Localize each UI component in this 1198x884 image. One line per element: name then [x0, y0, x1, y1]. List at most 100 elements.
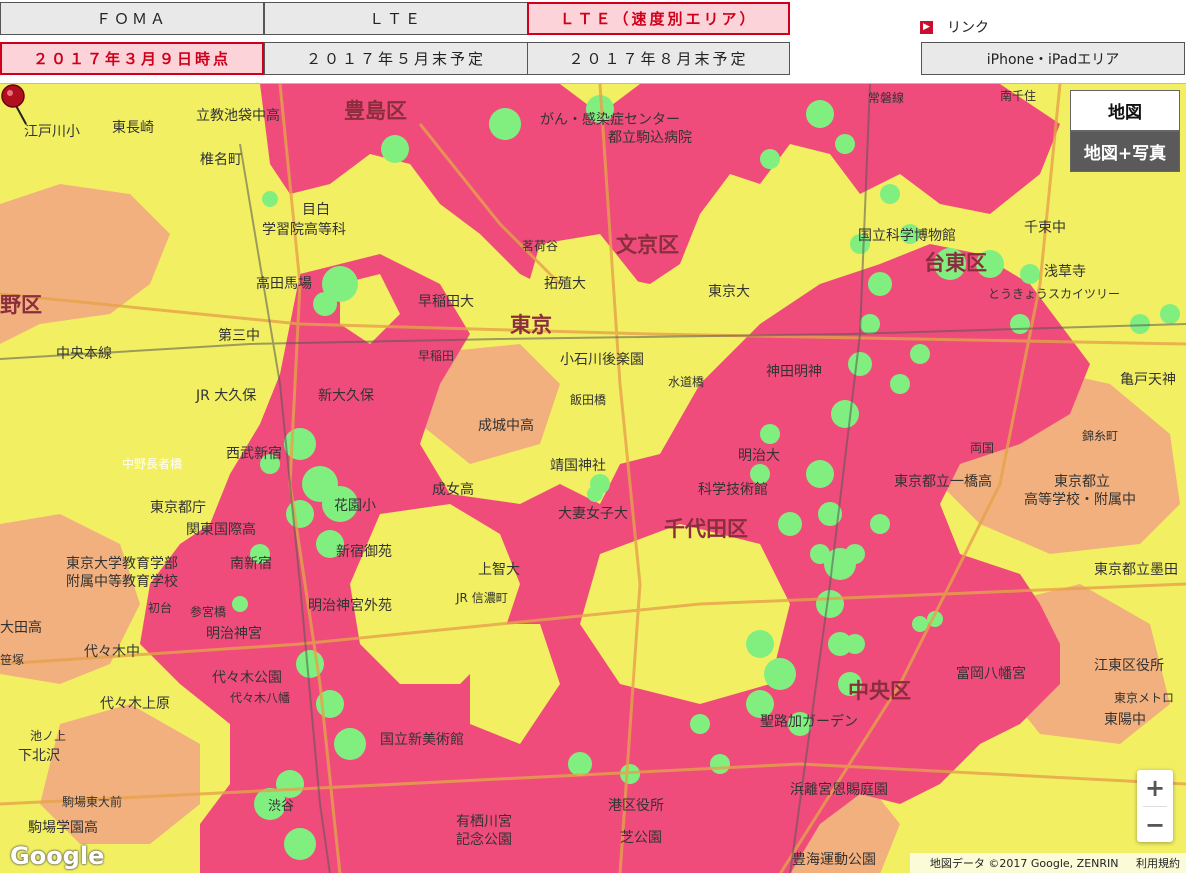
svg-text:立教池袋中高: 立教池袋中高 — [196, 107, 280, 124]
svg-text:明治神宮外苑: 明治神宮外苑 — [308, 598, 392, 614]
svg-text:浅草寺: 浅草寺 — [1044, 264, 1086, 280]
svg-text:東長崎: 東長崎 — [112, 120, 154, 136]
map-data-credit: 地図データ ©2017 Google, ZENRIN — [929, 857, 1119, 870]
coverage-map[interactable]: 立教池袋中高 江戸川小 東長崎 椎名町 学習院高等科 目白 高田馬場 第三中 中… — [0, 83, 1186, 873]
svg-text:中央本線: 中央本線 — [56, 346, 112, 362]
svg-text:江戸川小: 江戸川小 — [24, 124, 80, 140]
svg-text:駒場東大前: 駒場東大前 — [62, 794, 122, 809]
svg-text:代々木八幡: 代々木八幡 — [230, 690, 290, 705]
svg-text:目白: 目白 — [302, 202, 330, 218]
svg-text:中野長者橋: 中野長者橋 — [122, 456, 182, 471]
svg-text:代々木上原: 代々木上原 — [100, 696, 170, 712]
svg-text:豊島区: 豊島区 — [344, 99, 407, 123]
svg-text:台東区: 台東区 — [924, 251, 987, 275]
svg-text:新宿御苑: 新宿御苑 — [336, 543, 392, 560]
svg-text:富岡八幡宮: 富岡八幡宮 — [956, 665, 1026, 682]
map-type-map-button[interactable]: 地図 — [1070, 90, 1180, 131]
svg-text:代々木中: 代々木中 — [84, 644, 140, 660]
svg-text:文京区: 文京区 — [616, 233, 679, 257]
date-tab-3[interactable]: ２０１７年８月末予定 — [527, 42, 790, 75]
google-logo: Google — [10, 842, 105, 870]
svg-text:江東区役所: 江東区役所 — [1094, 658, 1164, 674]
svg-text:学習院高等科: 学習院高等科 — [262, 221, 346, 238]
terms-link[interactable]: 利用規約 — [1136, 857, 1180, 870]
zoom-control: + − — [1137, 770, 1173, 842]
svg-text:代々木公園: 代々木公園 — [212, 670, 282, 686]
svg-text:千代田区: 千代田区 — [664, 517, 748, 541]
svg-text:神田明神: 神田明神 — [766, 364, 822, 380]
network-tab-1[interactable]: ＦＯＭＡ — [0, 2, 264, 35]
svg-text:東京大: 東京大 — [708, 284, 750, 300]
svg-text:東京大学教育学部: 東京大学教育学部 — [66, 556, 178, 572]
svg-text:椎名町: 椎名町 — [200, 152, 242, 168]
svg-text:大田高: 大田高 — [0, 619, 42, 636]
svg-text:豊海運動公園: 豊海運動公園 — [792, 852, 876, 868]
svg-text:常磐線: 常磐線 — [868, 90, 904, 105]
svg-text:聖路加ガーデン: 聖路加ガーデン — [760, 713, 858, 730]
map-attribution: 地図データ ©2017 Google, ZENRIN 利用規約 — [909, 853, 1186, 873]
svg-text:千束中: 千束中 — [1024, 220, 1066, 236]
svg-text:茗荷谷: 茗荷谷 — [522, 239, 558, 253]
svg-text:芝公園: 芝公園 — [620, 830, 662, 846]
svg-text:下北沢: 下北沢 — [18, 748, 60, 764]
date-tab-2[interactable]: ２０１７年５月末予定 — [264, 42, 528, 75]
network-tab-3[interactable]: ＬＴＥ（速度別エリア） — [527, 2, 790, 35]
svg-text:東京都立一橋高: 東京都立一橋高 — [894, 473, 992, 490]
svg-text:とうきょうスカイツリー: とうきょうスカイツリー — [988, 287, 1120, 301]
svg-text:関東国際高: 関東国際高 — [186, 521, 256, 538]
svg-text:飯田橋: 飯田橋 — [570, 392, 606, 407]
svg-text:明治大: 明治大 — [738, 448, 780, 464]
svg-text:記念公園: 記念公園 — [456, 831, 512, 848]
svg-text:錦糸町: 錦糸町 — [1082, 428, 1118, 443]
svg-text:初台: 初台 — [148, 600, 172, 615]
location-pin-icon[interactable] — [0, 84, 30, 126]
svg-text:東京メトロ: 東京メトロ — [1114, 691, 1174, 705]
svg-text:南新宿: 南新宿 — [230, 555, 272, 572]
svg-text:西武新宿: 西武新宿 — [226, 445, 282, 462]
iphone-ipad-area-button[interactable]: iPhone・iPadエリア — [921, 42, 1185, 75]
svg-text:都立駒込病院: 都立駒込病院 — [608, 130, 692, 146]
svg-text:東京都立墨田: 東京都立墨田 — [1094, 562, 1178, 578]
svg-text:上智大: 上智大 — [478, 562, 520, 578]
map-canvas: 立教池袋中高 江戸川小 東長崎 椎名町 学習院高等科 目白 高田馬場 第三中 中… — [0, 84, 1186, 873]
svg-text:科学技術館: 科学技術館 — [698, 481, 768, 498]
svg-text:明治神宮: 明治神宮 — [206, 626, 262, 642]
svg-text:渋谷: 渋谷 — [268, 799, 294, 814]
map-type-satellite-button[interactable]: 地図+写真 — [1070, 131, 1180, 172]
svg-text:国立科学博物館: 国立科学博物館 — [858, 227, 956, 244]
chevron-right-icon: ▶ — [920, 20, 933, 34]
link-heading: ▶ リンク — [920, 17, 989, 37]
svg-text:JR 大久保: JR 大久保 — [195, 388, 256, 404]
svg-text:がん・感染症センター: がん・感染症センター — [540, 111, 680, 128]
svg-text:水道橋: 水道橋 — [668, 375, 704, 389]
svg-text:国立新美術館: 国立新美術館 — [380, 731, 464, 748]
svg-text:花園小: 花園小 — [334, 498, 376, 514]
svg-text:成城中高: 成城中高 — [478, 417, 534, 434]
svg-text:東京: 東京 — [510, 313, 552, 337]
svg-text:早稲田: 早稲田 — [418, 349, 454, 363]
date-tab-1[interactable]: ２０１７年３月９日時点 — [0, 42, 264, 75]
svg-text:高等学校・附属中: 高等学校・附属中 — [1024, 491, 1136, 508]
svg-text:大妻女子大: 大妻女子大 — [558, 505, 628, 522]
zoom-out-button[interactable]: − — [1137, 807, 1173, 843]
svg-text:池ノ上: 池ノ上 — [30, 729, 66, 743]
svg-text:第三中: 第三中 — [218, 327, 260, 344]
network-tab-2[interactable]: ＬＴＥ — [264, 2, 528, 35]
svg-text:浜離宮恩賜庭園: 浜離宮恩賜庭園 — [790, 781, 888, 798]
svg-text:亀戸天神: 亀戸天神 — [1120, 372, 1176, 388]
svg-text:駒場学園高: 駒場学園高 — [28, 819, 98, 836]
svg-text:成女高: 成女高 — [432, 481, 474, 498]
zoom-in-button[interactable]: + — [1137, 770, 1173, 806]
svg-text:港区役所: 港区役所 — [608, 798, 664, 814]
svg-text:附属中等教育学校: 附属中等教育学校 — [66, 573, 178, 590]
svg-text:笹塚: 笹塚 — [0, 653, 24, 667]
link-heading-label: リンク — [947, 20, 989, 36]
svg-text:東陽中: 東陽中 — [1104, 712, 1146, 728]
svg-text:南千住: 南千住 — [1000, 88, 1036, 103]
svg-text:拓殖大: 拓殖大 — [544, 275, 586, 292]
svg-text:JR 信濃町: JR 信濃町 — [455, 591, 508, 605]
svg-text:靖国神社: 靖国神社 — [550, 458, 606, 474]
svg-text:東京都庁: 東京都庁 — [150, 500, 206, 516]
svg-text:早稲田大: 早稲田大 — [418, 294, 474, 310]
svg-text:中央区: 中央区 — [848, 679, 911, 703]
